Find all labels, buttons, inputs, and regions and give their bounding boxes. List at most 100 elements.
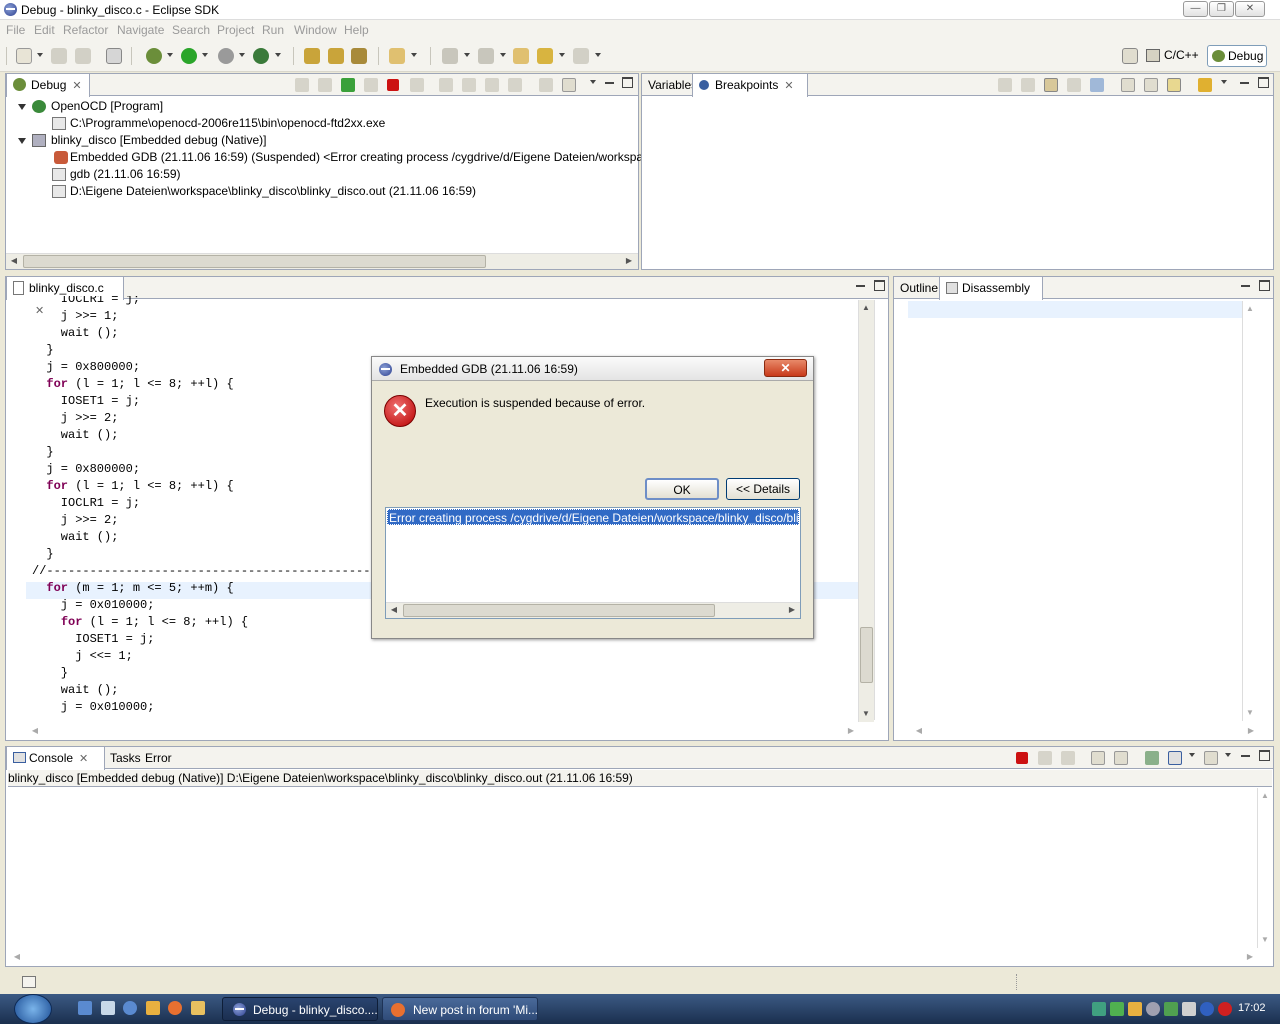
- tray-icon[interactable]: [1200, 1002, 1214, 1016]
- tab-breakpoints[interactable]: Breakpoints ✕: [692, 74, 808, 97]
- expand-all-icon[interactable]: [1121, 78, 1135, 92]
- details-button[interactable]: << Details: [726, 478, 800, 500]
- remove-terminated-icon[interactable]: [295, 78, 309, 92]
- profile-icon[interactable]: [218, 48, 234, 64]
- code-line[interactable]: for (m = 1; m <= 5; ++m) {: [32, 580, 233, 597]
- remove-all-breakpoints-icon[interactable]: [1021, 78, 1035, 92]
- close-tab-icon[interactable]: ✕: [79, 748, 88, 770]
- tab-tasks[interactable]: Tasks: [104, 747, 141, 769]
- scroll-right-icon[interactable]: ▶: [622, 254, 636, 268]
- disassembly-horizontal-scrollbar[interactable]: ◀ ▶: [894, 723, 1258, 739]
- code-line[interactable]: j = 0x010000;: [32, 699, 155, 716]
- close-tab-icon[interactable]: ✕: [72, 75, 81, 97]
- console-horizontal-scrollbar[interactable]: ◀ ▶: [8, 949, 1257, 965]
- fast-view-icon[interactable]: [22, 976, 36, 988]
- quicklaunch-icon[interactable]: [123, 1001, 137, 1015]
- show-supported-icon[interactable]: [1044, 78, 1058, 92]
- code-line[interactable]: for (l = 1; l <= 8; ++l) {: [32, 376, 233, 393]
- code-line[interactable]: }: [32, 342, 53, 359]
- tray-icon[interactable]: [1110, 1002, 1124, 1016]
- menu-search[interactable]: Search: [172, 23, 210, 37]
- goto-file-icon[interactable]: [1067, 78, 1081, 92]
- open-perspective-icon[interactable]: [1122, 48, 1138, 64]
- perspective-cpp[interactable]: C/C++: [1144, 45, 1199, 67]
- code-line[interactable]: IOSET1 = j;: [32, 393, 140, 410]
- maximize-view-icon[interactable]: [622, 77, 633, 88]
- quicklaunch-icon[interactable]: [146, 1001, 160, 1015]
- scroll-left-icon[interactable]: ◀: [387, 603, 401, 617]
- code-line[interactable]: j = 0x010000;: [32, 597, 155, 614]
- menu-window[interactable]: Window: [294, 23, 337, 37]
- editor-horizontal-scrollbar[interactable]: ◀ ▶: [6, 723, 858, 739]
- tray-icon[interactable]: [1128, 1002, 1142, 1016]
- code-line[interactable]: j >>= 2;: [32, 410, 119, 427]
- clear-console-icon[interactable]: [1091, 751, 1105, 765]
- minimize-view-icon[interactable]: [1240, 280, 1251, 291]
- scroll-thumb[interactable]: [23, 255, 486, 268]
- menu-edit[interactable]: Edit: [34, 23, 55, 37]
- maximize-view-icon[interactable]: [1259, 750, 1270, 761]
- editor-vertical-scrollbar[interactable]: ▲ ▼: [858, 300, 874, 722]
- tab-error-log[interactable]: Error Log: [139, 747, 197, 787]
- close-button[interactable]: ✕: [1235, 1, 1265, 17]
- code-line[interactable]: IOCLR1 = j;: [32, 296, 140, 308]
- back-icon[interactable]: [537, 48, 553, 64]
- tray-icon[interactable]: [1146, 1002, 1160, 1016]
- code-line[interactable]: wait ();: [32, 529, 119, 546]
- details-list-item[interactable]: Error creating process /cygdrive/d/Eigen…: [387, 509, 799, 525]
- minimize-view-icon[interactable]: [604, 77, 615, 88]
- tray-icon[interactable]: [1164, 1002, 1178, 1016]
- scroll-right-icon[interactable]: ▶: [844, 724, 858, 738]
- taskbar-item-firefox[interactable]: New post in forum 'Mi...: [382, 997, 538, 1021]
- scroll-left-icon[interactable]: ◀: [10, 950, 24, 964]
- code-line[interactable]: j = 0x800000;: [32, 461, 140, 478]
- code-line[interactable]: j <<= 1;: [32, 648, 133, 665]
- code-line[interactable]: }: [32, 665, 68, 682]
- code-line[interactable]: j = 0x800000;: [32, 359, 140, 376]
- console-output[interactable]: [8, 788, 1256, 948]
- tab-disassembly[interactable]: Disassembly✕: [939, 277, 1043, 317]
- minimize-view-icon[interactable]: [1239, 77, 1250, 88]
- instruction-step-icon[interactable]: [562, 78, 576, 92]
- disassembly-vertical-scrollbar[interactable]: ▲ ▼: [1242, 301, 1258, 721]
- code-line[interactable]: wait ();: [32, 427, 119, 444]
- save-icon[interactable]: [51, 48, 67, 64]
- drop-to-frame-icon[interactable]: [508, 78, 522, 92]
- start-button[interactable]: [14, 994, 52, 1024]
- collapse-all-icon[interactable]: [1144, 78, 1158, 92]
- scroll-down-icon[interactable]: ▼: [1243, 706, 1257, 720]
- folder-icon[interactable]: [191, 1001, 205, 1015]
- debug-run-icon[interactable]: [146, 48, 162, 64]
- quicklaunch-icon[interactable]: [101, 1001, 115, 1015]
- scroll-thumb[interactable]: [403, 604, 715, 617]
- maximize-view-icon[interactable]: [1258, 77, 1269, 88]
- folder-icon[interactable]: [389, 48, 405, 64]
- perspective-debug[interactable]: Debug: [1207, 45, 1267, 67]
- menu-file[interactable]: File: [6, 23, 25, 37]
- tab-debug[interactable]: Debug ✕: [6, 74, 90, 97]
- skip-breakpoints-icon[interactable]: [1090, 78, 1104, 92]
- open-type-icon[interactable]: [304, 48, 320, 64]
- tab-variables[interactable]: Variables: [642, 74, 697, 96]
- code-line[interactable]: wait ();: [32, 325, 119, 342]
- code-line[interactable]: }: [32, 546, 53, 563]
- tray-icon[interactable]: [1182, 1002, 1196, 1016]
- scroll-down-icon[interactable]: ▼: [1258, 933, 1272, 947]
- forward-icon[interactable]: [573, 48, 589, 64]
- new-icon[interactable]: [16, 48, 32, 64]
- external-tools-icon[interactable]: [253, 48, 269, 64]
- close-tab-icon[interactable]: ✕: [784, 75, 793, 97]
- code-line[interactable]: for (l = 1; l <= 8; ++l) {: [32, 478, 233, 495]
- firefox-icon[interactable]: [168, 1001, 182, 1015]
- code-line[interactable]: j >>= 2;: [32, 512, 119, 529]
- debug-horizontal-scrollbar[interactable]: ◀ ▶: [6, 253, 638, 269]
- maximize-view-icon[interactable]: [874, 280, 885, 291]
- display-console-icon[interactable]: [1168, 751, 1182, 765]
- quicklaunch-icon[interactable]: [78, 1001, 92, 1015]
- scroll-down-icon[interactable]: ▼: [859, 707, 873, 721]
- code-line[interactable]: wait ();: [32, 682, 119, 699]
- step-filters-icon[interactable]: [539, 78, 553, 92]
- menu-project[interactable]: Project: [217, 23, 254, 37]
- step-over-icon[interactable]: [462, 78, 476, 92]
- search-icon[interactable]: [351, 48, 367, 64]
